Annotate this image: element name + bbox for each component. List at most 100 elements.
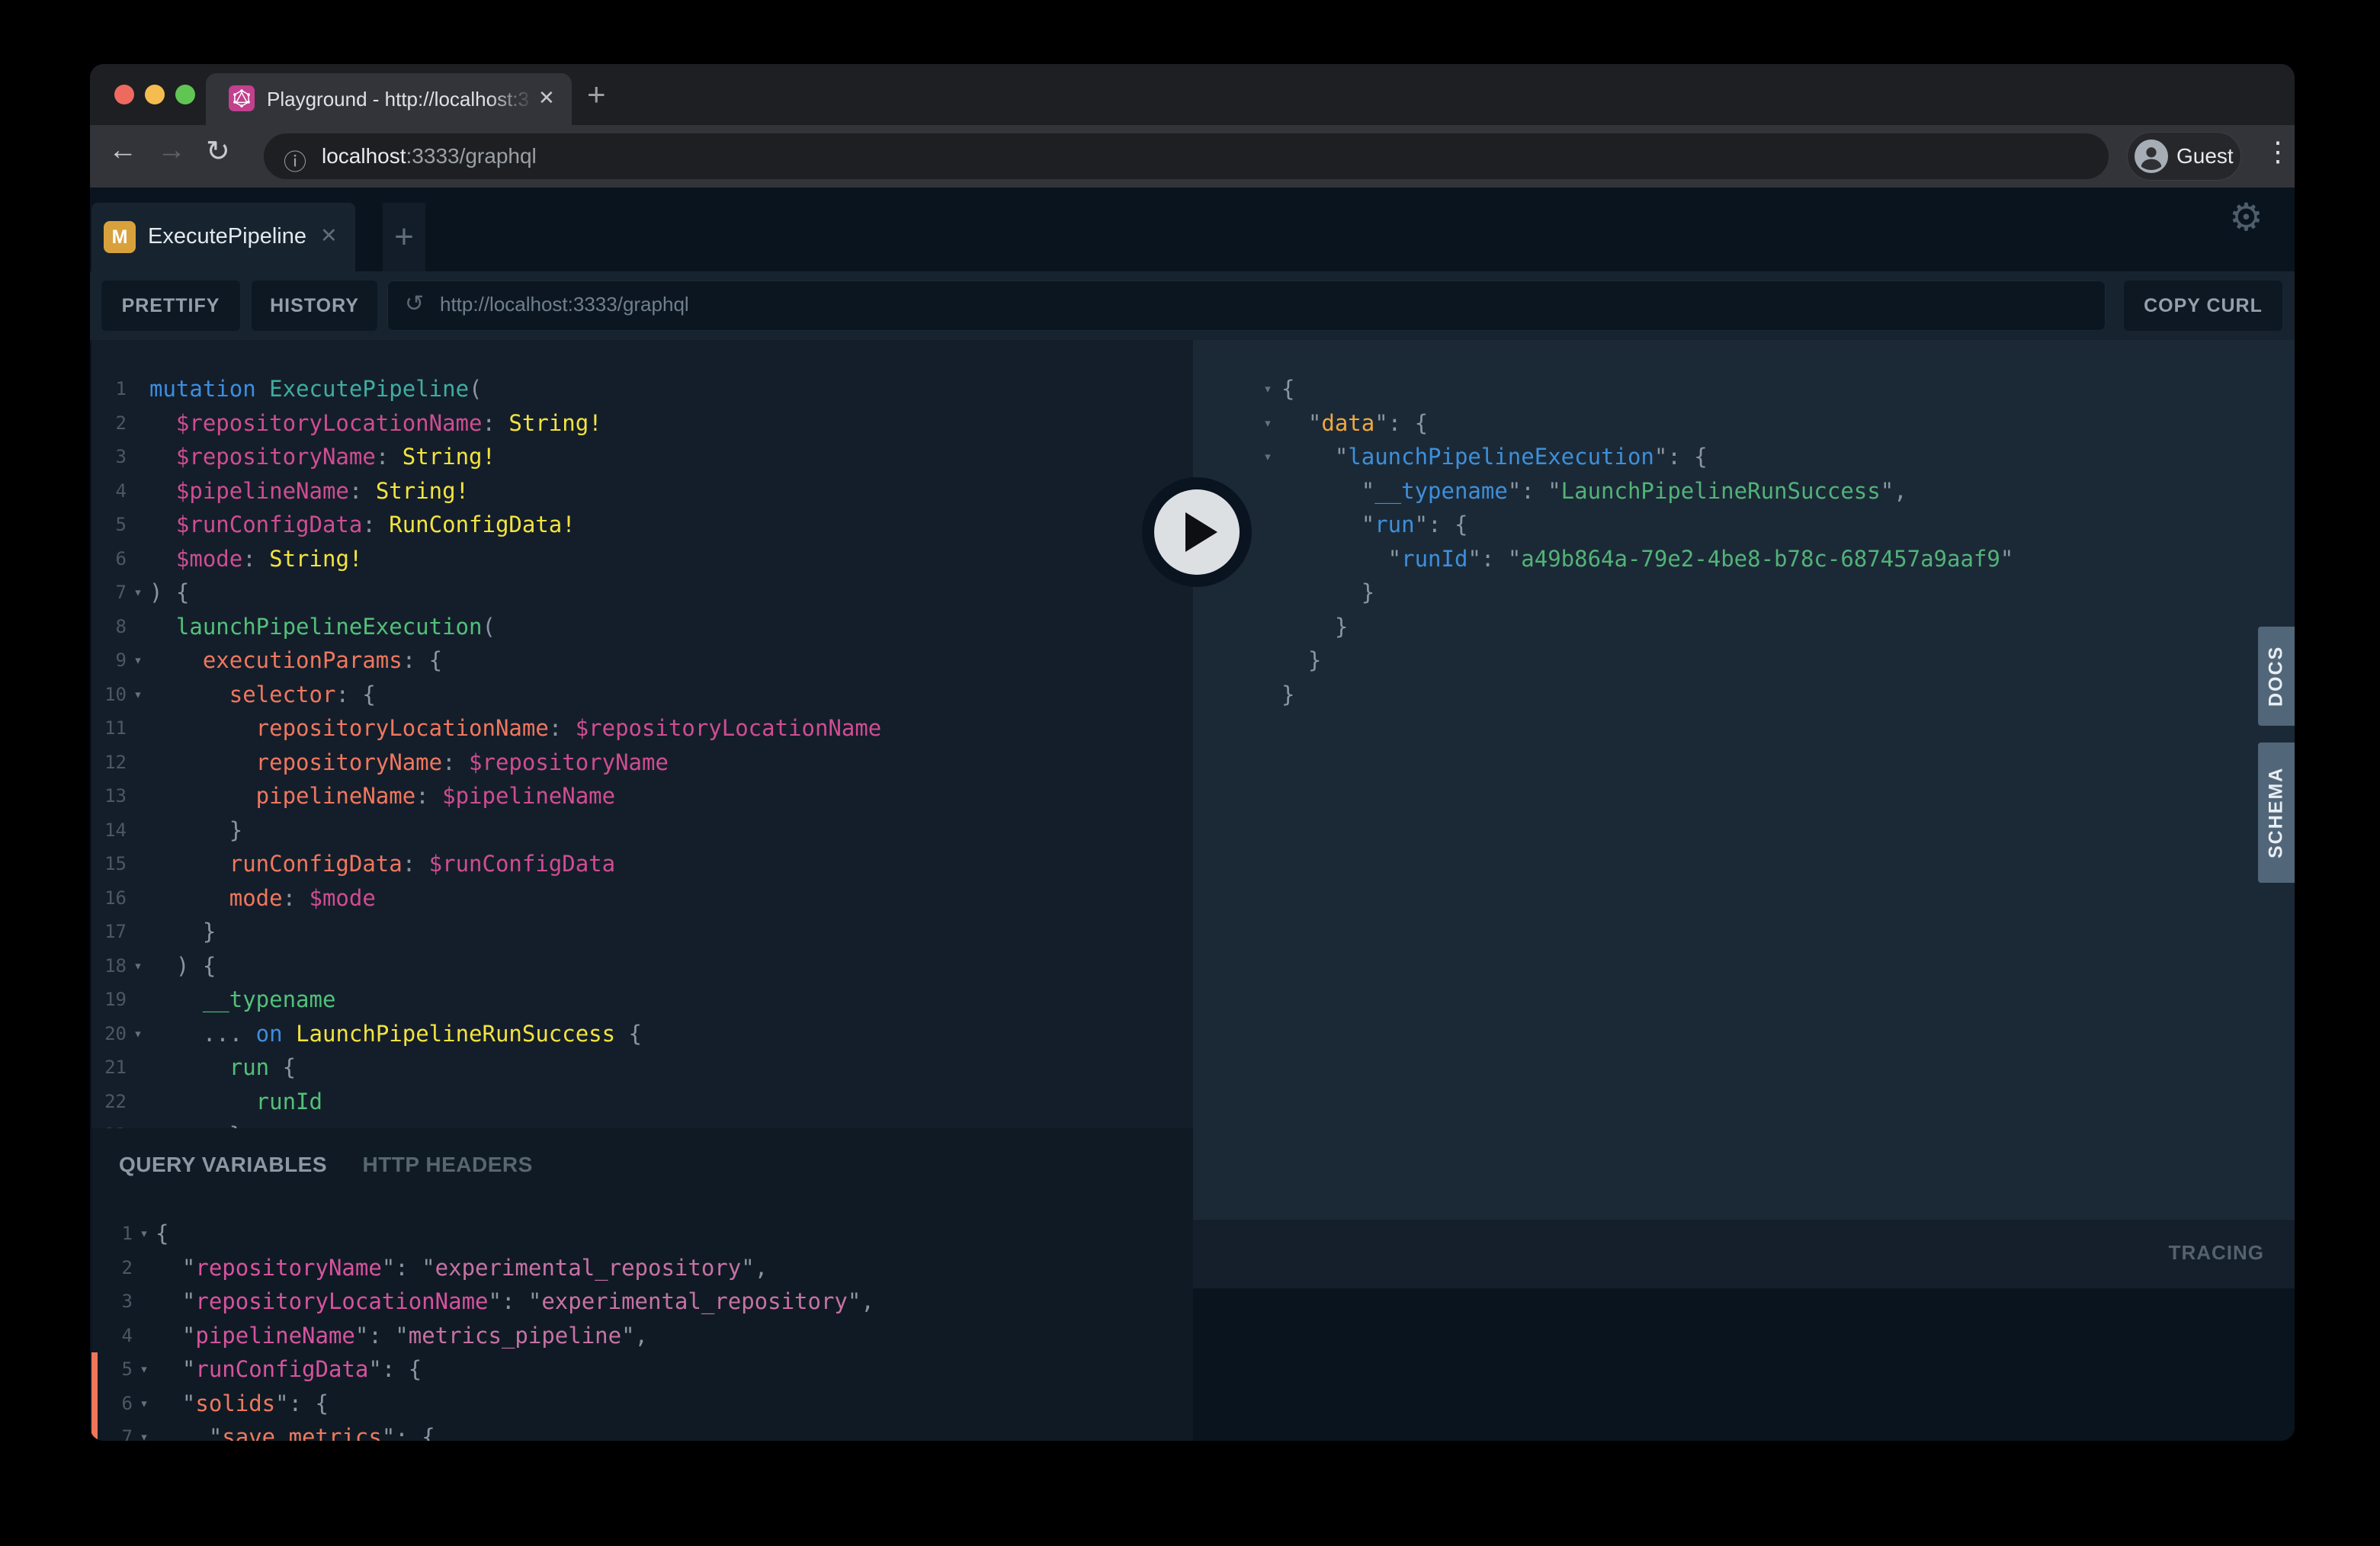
endpoint-reset-icon[interactable]: ↺ — [405, 290, 424, 317]
history-button[interactable]: HISTORY — [252, 281, 377, 331]
code-line: ▾"data": { — [1193, 406, 2295, 441]
line-number: 19 — [91, 983, 127, 1017]
session-tab-bar: M ExecutePipeline ✕ + ⚙ — [90, 188, 2295, 271]
code-text: "repositoryLocationName": "experimental_… — [156, 1285, 1193, 1319]
play-icon — [1185, 512, 1217, 552]
back-icon[interactable]: ← — [108, 134, 137, 167]
fold-spacer — [133, 1319, 156, 1353]
code-line: 3"repositoryLocationName": "experimental… — [91, 1285, 1193, 1319]
line-number: 8 — [91, 610, 127, 644]
address-bar[interactable]: ⓘ localhost:3333/graphql — [264, 133, 2109, 179]
fold-arrow-icon[interactable]: ▾ — [127, 678, 149, 712]
marker-spacer — [91, 1319, 98, 1353]
code-line: 20▾... on LaunchPipelineRunSuccess { — [91, 1017, 1193, 1051]
line-number: 17 — [91, 915, 127, 949]
code-text: } — [149, 1118, 1193, 1128]
code-line: 4 "pipelineName": "metrics_pipeline", — [91, 1319, 1193, 1353]
fold-spacer — [127, 542, 149, 576]
window-minimize-button[interactable] — [145, 85, 165, 104]
schema-side-tab[interactable]: SCHEMA — [2258, 743, 2295, 883]
fold-arrow-icon[interactable]: ▾ — [1254, 440, 1281, 474]
fold-spacer — [127, 813, 149, 848]
variables-pane[interactable]: QUERY VARIABLES HTTP HEADERS 1▾{2"reposi… — [91, 1128, 1193, 1441]
code-line: ▾{ — [1193, 372, 2295, 406]
site-info-icon[interactable]: ⓘ — [284, 143, 306, 177]
code-text: "pipelineName": "metrics_pipeline", — [156, 1319, 1193, 1353]
fold-spacer — [1254, 508, 1281, 542]
docs-side-tab[interactable]: DOCS — [2258, 627, 2295, 726]
changed-line-marker — [91, 1387, 98, 1421]
code-text: "__typename": "LaunchPipelineRunSuccess"… — [1281, 474, 2295, 508]
marker-spacer — [91, 1251, 98, 1285]
code-line: "__typename": "LaunchPipelineRunSuccess"… — [1193, 474, 2295, 508]
endpoint-input[interactable]: ↺ http://localhost:3333/graphql — [387, 281, 2106, 331]
tracing-bar[interactable]: TRACING — [1193, 1220, 2295, 1288]
code-line: 12repositoryName: $repositoryName — [91, 746, 1193, 780]
line-number: 11 — [91, 711, 127, 746]
code-line: 18▾) { — [91, 949, 1193, 983]
session-close-icon[interactable]: ✕ — [320, 224, 338, 248]
code-line: 6$mode: String! — [91, 542, 1193, 576]
fold-arrow-icon[interactable]: ▾ — [127, 1017, 149, 1051]
execute-button[interactable] — [1142, 477, 1252, 587]
fold-arrow-icon[interactable]: ▾ — [133, 1352, 156, 1387]
code-text: repositoryLocationName: $repositoryLocat… — [149, 711, 1193, 746]
copy-curl-button[interactable]: COPY CURL — [2124, 281, 2282, 331]
code-text: mode: $mode — [149, 881, 1193, 916]
line-number: 5 — [91, 508, 127, 542]
fold-arrow-icon[interactable]: ▾ — [127, 576, 149, 610]
window-close-button[interactable] — [114, 85, 134, 104]
fold-spacer — [127, 881, 149, 916]
profile-button[interactable]: Guest — [2127, 132, 2241, 181]
reload-icon[interactable]: ↻ — [206, 134, 230, 168]
fold-arrow-icon[interactable]: ▾ — [133, 1217, 156, 1251]
fold-arrow-icon[interactable]: ▾ — [133, 1420, 156, 1441]
fold-arrow-icon[interactable]: ▾ — [127, 949, 149, 983]
fold-arrow-icon[interactable]: ▾ — [1254, 372, 1281, 406]
line-number: 4 — [91, 474, 127, 508]
code-line: 15runConfigData: $runConfigData — [91, 847, 1193, 881]
browser-tab[interactable]: Playground - http://localhost:3 ✕ — [206, 73, 572, 125]
new-tab-button[interactable]: + — [587, 81, 606, 108]
code-line: 4$pipelineName: String! — [91, 474, 1193, 508]
avatar-icon — [2135, 140, 2168, 173]
browser-menu-icon[interactable]: ⋮ — [2264, 136, 2292, 168]
mutation-badge: M — [104, 221, 136, 253]
tab-close-icon[interactable]: ✕ — [538, 86, 555, 110]
code-line: 7▾"save_metrics": { — [91, 1420, 1193, 1441]
code-text: ) { — [149, 576, 1193, 610]
code-line: 1mutation ExecutePipeline( — [91, 372, 1193, 406]
fold-spacer — [127, 746, 149, 780]
profile-label: Guest — [2176, 144, 2234, 168]
fold-spacer — [127, 779, 149, 813]
fold-arrow-icon[interactable]: ▾ — [127, 643, 149, 678]
line-number: 2 — [91, 406, 127, 441]
code-text: } — [149, 915, 1193, 949]
line-number: 4 — [98, 1319, 133, 1353]
line-number: 6 — [98, 1387, 133, 1421]
code-text: "solids": { — [156, 1387, 1193, 1421]
code-line: 13pipelineName: $pipelineName — [91, 779, 1193, 813]
fold-arrow-icon[interactable]: ▾ — [1254, 406, 1281, 441]
code-line: 2$repositoryLocationName: String! — [91, 406, 1193, 441]
forward-icon[interactable]: → — [157, 134, 186, 167]
changed-line-marker — [91, 1352, 98, 1387]
fold-arrow-icon[interactable]: ▾ — [133, 1387, 156, 1421]
code-line: 6▾"solids": { — [91, 1387, 1193, 1421]
line-number: 13 — [91, 779, 127, 813]
code-line: 8launchPipelineExecution( — [91, 610, 1193, 644]
session-tab-executepipeline[interactable]: M ExecutePipeline ✕ — [91, 203, 355, 271]
tab-query-variables[interactable]: QUERY VARIABLES — [119, 1153, 327, 1176]
tab-title-fade — [488, 79, 545, 119]
new-session-button[interactable]: + — [383, 203, 425, 271]
tab-http-headers[interactable]: HTTP HEADERS — [362, 1153, 532, 1176]
query-editor[interactable]: 1mutation ExecutePipeline(2$repositoryLo… — [91, 340, 1193, 1128]
code-text: repositoryName: $repositoryName — [149, 746, 1193, 780]
variables-editor[interactable]: 1▾{2"repositoryName": "experimental_repo… — [91, 1217, 1193, 1441]
prettify-button[interactable]: PRETTIFY — [101, 281, 240, 331]
window-maximize-button[interactable] — [175, 85, 195, 104]
code-line: 14} — [91, 813, 1193, 848]
code-text: run { — [149, 1050, 1193, 1085]
code-text: ) { — [149, 949, 1193, 983]
settings-gear-icon[interactable]: ⚙ — [2229, 195, 2263, 239]
